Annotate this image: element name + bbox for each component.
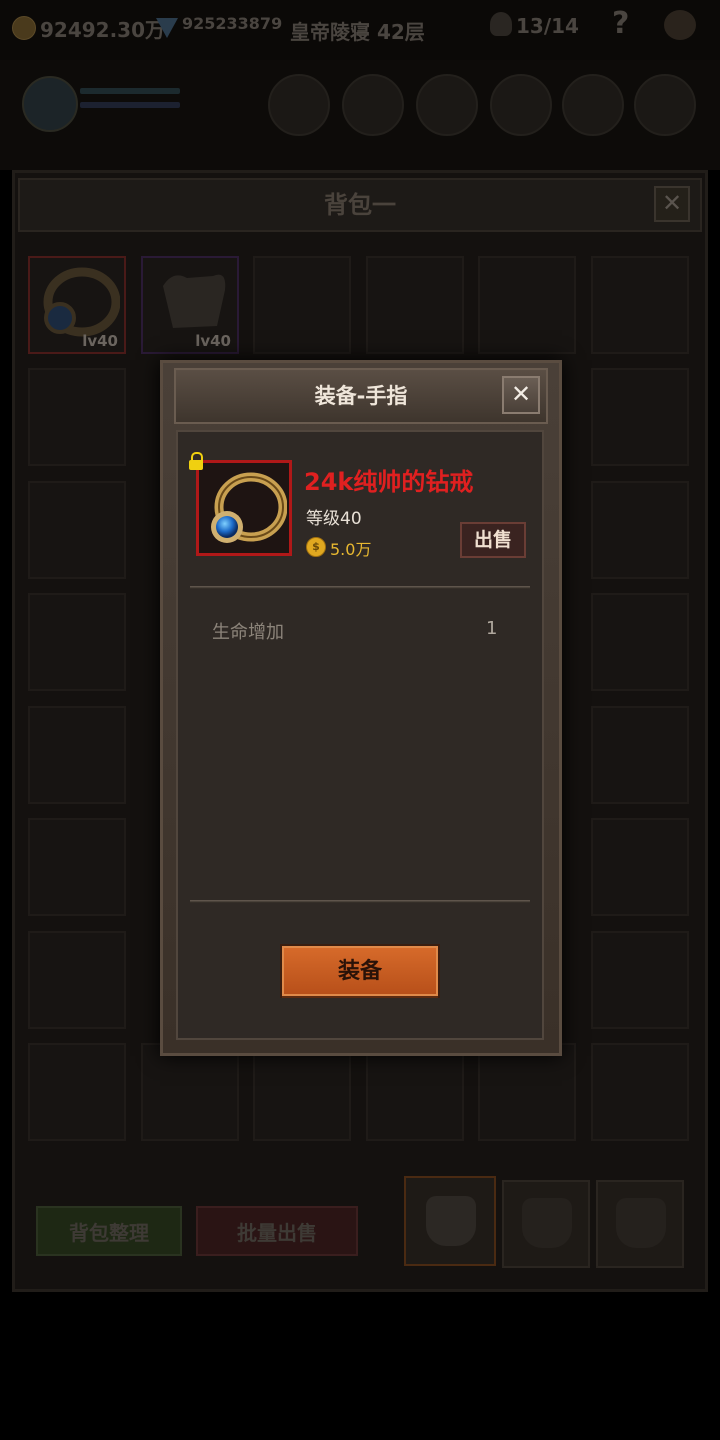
equipment-slot-icon[interactable] — [562, 74, 624, 136]
gold-coin-icon: $ — [306, 537, 326, 557]
dialog-title: 装备-手指 — [314, 384, 408, 408]
dialog-close-button[interactable]: ✕ — [502, 376, 540, 414]
bag-slot-empty[interactable] — [591, 256, 689, 354]
sell-button[interactable]: 出售 — [460, 522, 526, 558]
bag-slot-empty[interactable] — [141, 1043, 239, 1141]
bag-slot-empty[interactable] — [28, 481, 126, 579]
bag-slot-empty[interactable] — [28, 931, 126, 1029]
stat-value: 1 — [486, 618, 498, 639]
hero-hp-bar — [80, 88, 180, 94]
divider — [190, 900, 530, 903]
skull-count: 13/14 — [516, 14, 579, 38]
lock-icon — [188, 452, 204, 470]
equipment-slot-icon[interactable] — [416, 74, 478, 136]
item-level-label: lv40 — [195, 332, 231, 350]
hero-mp-bar — [80, 102, 180, 108]
bag-tab-1[interactable] — [404, 1176, 496, 1266]
equipment-slot-icon[interactable] — [268, 74, 330, 136]
gold-coin-icon — [12, 16, 36, 40]
skull-icon — [490, 12, 512, 36]
dungeon-floor-label: 皇帝陵寝 42层 — [290, 20, 425, 44]
equipment-slot-icon[interactable] — [490, 74, 552, 136]
dialog-header: 装备-手指 ✕ — [174, 368, 548, 424]
backpack-icon — [522, 1198, 572, 1248]
bag-slot-empty[interactable] — [591, 1043, 689, 1141]
ring-icon — [211, 472, 287, 543]
equipment-slot-icon[interactable] — [634, 74, 696, 136]
backpack-icon — [426, 1196, 476, 1246]
bag-sort-button[interactable]: 背包整理 — [36, 1206, 182, 1256]
bag-tab-3[interactable] — [596, 1180, 684, 1268]
armor-icon — [163, 274, 226, 328]
stat-label: 生命增加 — [212, 622, 284, 643]
item-level-label: lv40 — [82, 332, 118, 350]
bag-slot-empty[interactable] — [478, 256, 576, 354]
bag-slot-empty[interactable] — [591, 368, 689, 466]
bag-slot-empty[interactable] — [366, 1043, 464, 1141]
bag-title-bar: 背包一 ✕ — [18, 178, 702, 232]
bag-slot-empty[interactable] — [366, 256, 464, 354]
equipment-slot-icon[interactable] — [342, 74, 404, 136]
bag-slot-empty[interactable] — [28, 368, 126, 466]
bag-slot-empty[interactable] — [28, 818, 126, 916]
gem-icon — [156, 18, 178, 38]
backpack-icon — [616, 1198, 666, 1248]
bag-slot-empty[interactable] — [591, 818, 689, 916]
gold-amount: 92492.30万 — [40, 18, 166, 42]
bag-title: 背包一 — [324, 191, 396, 219]
bag-slot-empty[interactable] — [28, 593, 126, 691]
gem-amount: 925233879 — [182, 14, 283, 33]
bag-slot-empty[interactable] — [28, 1043, 126, 1141]
help-button[interactable]: ? — [612, 6, 629, 41]
bag-slot-empty[interactable] — [253, 256, 351, 354]
item-price: 5.0万 — [330, 540, 372, 559]
item-level: 等级40 — [306, 509, 362, 529]
equip-button[interactable]: 装备 — [282, 946, 438, 996]
bag-item-ring[interactable]: lv40 — [28, 256, 126, 354]
bag-slot-empty[interactable] — [591, 706, 689, 804]
ring-icon — [43, 267, 120, 337]
bag-slot-empty[interactable] — [28, 706, 126, 804]
bulk-sell-button[interactable]: 批量出售 — [196, 1206, 358, 1256]
bag-item-armor[interactable]: lv40 — [141, 256, 239, 354]
bag-slot-empty[interactable] — [253, 1043, 351, 1141]
bag-slot-empty[interactable] — [478, 1043, 576, 1141]
hero-row — [0, 60, 720, 170]
hero-avatar[interactable] — [22, 76, 78, 132]
bag-tab-2[interactable] — [502, 1180, 590, 1268]
divider — [190, 586, 530, 589]
item-name: 24k纯帅的钻戒 — [304, 468, 474, 496]
item-icon-frame — [196, 460, 292, 556]
bag-slot-empty[interactable] — [591, 931, 689, 1029]
bag-slot-empty[interactable] — [591, 481, 689, 579]
settings-gear-icon[interactable] — [664, 10, 696, 40]
bag-slot-empty[interactable] — [591, 593, 689, 691]
top-status-bar: 92492.30万 925233879 皇帝陵寝 42层 13/14 ? — [0, 0, 720, 60]
bag-close-button[interactable]: ✕ — [654, 186, 690, 222]
